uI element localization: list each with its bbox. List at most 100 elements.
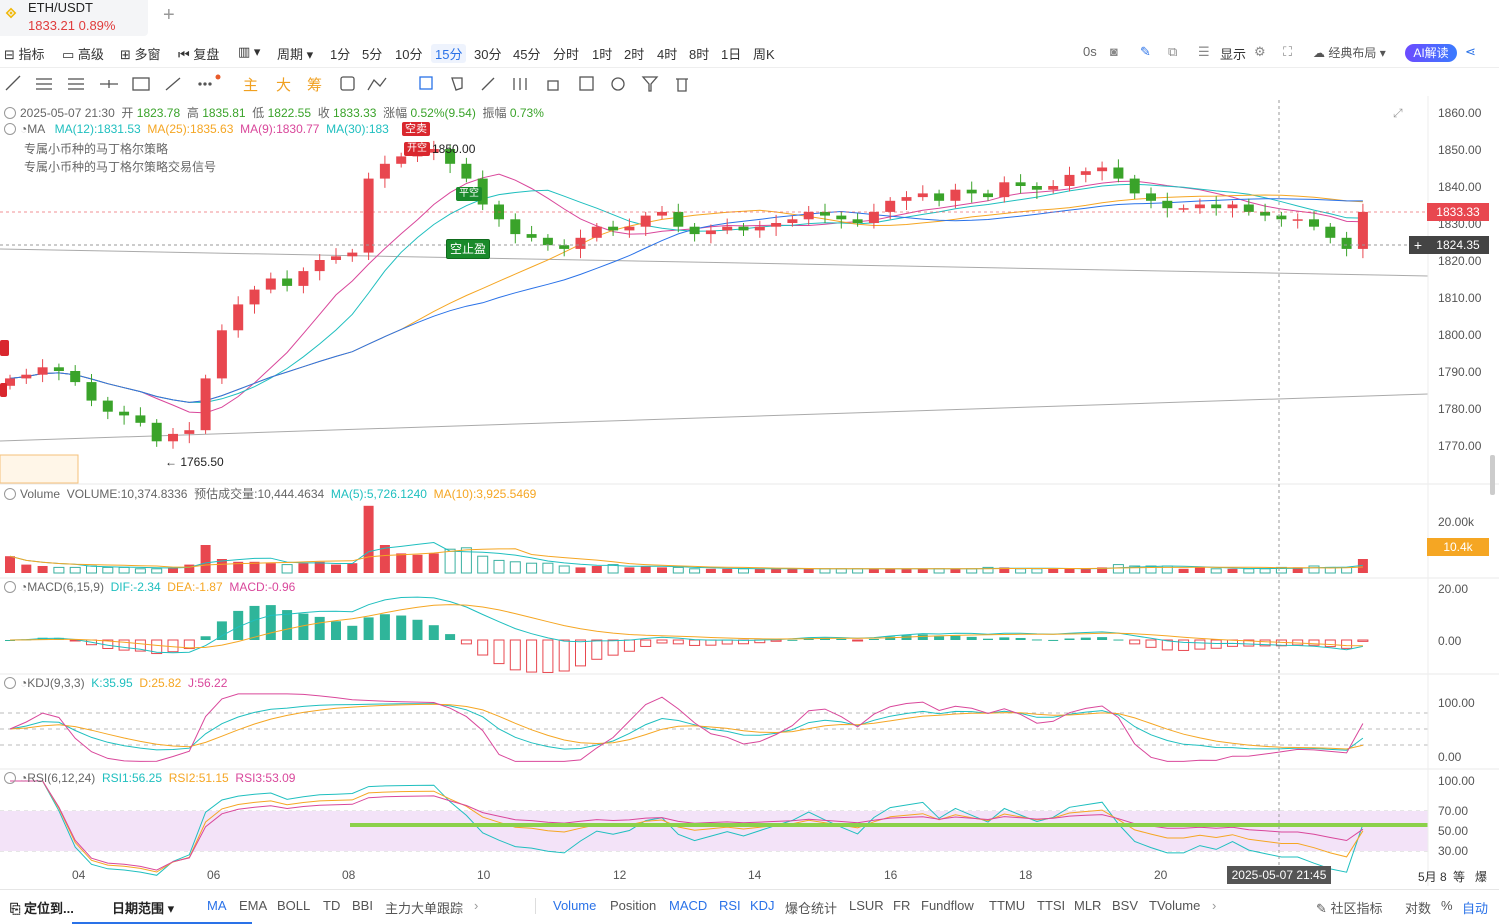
candle-body xyxy=(1309,219,1319,227)
date-range-dropdown[interactable]: 日期范围 ▾ xyxy=(112,898,174,917)
advanced-button[interactable]: ▭ 高级 xyxy=(62,44,104,63)
add-alert-icon[interactable]: + xyxy=(1409,236,1427,254)
chip-tool: 筹 xyxy=(307,77,322,94)
list-icon[interactable]: ☰ xyxy=(1198,44,1210,60)
macd-bar xyxy=(1308,639,1320,646)
add-tab-button[interactable]: + xyxy=(163,4,175,27)
sub-indicator-8[interactable]: Fundflow xyxy=(921,898,974,913)
locate-icon: ⎘ xyxy=(10,901,25,916)
period-6[interactable]: 分时 xyxy=(553,44,579,63)
collapse-icon[interactable] xyxy=(4,123,16,135)
chevron-right-icon[interactable]: › xyxy=(1212,898,1216,913)
sub-indicator-6[interactable]: LSUR xyxy=(849,898,884,913)
kdj-legend: ◔KDJ(9,3,3) K:35.95 D:25.82 J:56.22 xyxy=(4,676,227,690)
period-8[interactable]: 2时 xyxy=(624,44,644,63)
expand-pane-icon[interactable]: ⤢ xyxy=(1393,106,1403,121)
fullscreen-window-icon[interactable]: ⧉ xyxy=(1168,44,1177,60)
tab-price-change: 1833.21 0.89% xyxy=(28,18,116,33)
display-button[interactable]: 显示 xyxy=(1220,44,1246,63)
settings-icon[interactable]: ⚙ xyxy=(1254,44,1266,60)
grid-icon: ⊞ xyxy=(120,47,135,62)
macd-bar xyxy=(118,639,130,651)
sub-indicator-5[interactable]: 爆仓统计 xyxy=(785,898,837,917)
period-4[interactable]: 30分 xyxy=(474,44,501,63)
period-7[interactable]: 1时 xyxy=(592,44,612,63)
candle-body xyxy=(151,422,162,442)
macd-bar xyxy=(705,639,717,646)
collapse-icon[interactable] xyxy=(4,677,16,689)
period-9[interactable]: 4时 xyxy=(657,44,677,63)
period-3[interactable]: 15分 xyxy=(431,44,467,63)
log-scale-button[interactable]: 对数 xyxy=(1405,898,1431,917)
macd-bar xyxy=(836,638,847,640)
collapse-icon[interactable] xyxy=(4,488,16,500)
candle-body xyxy=(559,245,570,249)
sub-indicator-2[interactable]: MACD xyxy=(669,898,707,913)
collapse-icon[interactable] xyxy=(4,581,16,593)
sub-indicator-0[interactable]: Volume xyxy=(553,898,596,913)
expand-icon[interactable]: ⛶ xyxy=(1283,44,1292,60)
period-1[interactable]: 5分 xyxy=(362,44,382,63)
indicator-button[interactable]: ⊟ 指标 xyxy=(4,44,45,63)
collapse-icon[interactable] xyxy=(4,772,16,784)
sub-indicator-3[interactable]: RSI xyxy=(719,898,741,913)
collapse-icon[interactable] xyxy=(4,107,16,119)
period-5[interactable]: 45分 xyxy=(513,44,540,63)
sub-indicator-12[interactable]: BSV xyxy=(1112,898,1138,913)
replay-button[interactable]: ⏮ 复盘 xyxy=(178,44,219,63)
period-12[interactable]: 周K xyxy=(753,44,775,63)
sub-indicator-9[interactable]: TTMU xyxy=(989,898,1025,913)
period-2[interactable]: 10分 xyxy=(395,44,422,63)
candle-body xyxy=(738,226,749,231)
percent-scale-button[interactable]: % xyxy=(1441,898,1453,913)
chart-type-button[interactable]: ▥ ▾ xyxy=(238,44,260,60)
chevron-right-icon[interactable]: › xyxy=(474,898,478,913)
cursor-date-tag: 2025-05-07 21:45 xyxy=(1227,866,1331,884)
volume-bar xyxy=(738,568,749,574)
ai-interpret-button[interactable]: AI解读 xyxy=(1405,44,1457,62)
period-10[interactable]: 8时 xyxy=(689,44,709,63)
sub-indicator-13[interactable]: TVolume xyxy=(1149,898,1200,913)
main-indicator-4[interactable]: BBI xyxy=(352,898,373,913)
auto-scale-button[interactable]: 自动 xyxy=(1462,898,1488,917)
ma25-line xyxy=(9,194,1363,403)
sub-indicator-4[interactable]: KDJ xyxy=(750,898,775,913)
volume-bar xyxy=(1112,564,1124,574)
volume-bar xyxy=(868,568,879,573)
sub-indicator-11[interactable]: MLR xyxy=(1074,898,1101,913)
multi-window-button[interactable]: ⊞ 多窗 xyxy=(120,44,161,63)
volume-bar xyxy=(1243,568,1255,574)
main-indicator-0[interactable]: MA xyxy=(207,898,227,913)
macd-bar xyxy=(542,639,554,673)
macd-bar xyxy=(983,638,993,640)
volume-bar xyxy=(591,566,602,573)
sub-indicator-10[interactable]: TTSI xyxy=(1037,898,1065,913)
share-icon[interactable]: ⋖ xyxy=(1465,44,1476,60)
camera-icon[interactable]: ◙ xyxy=(1110,44,1118,59)
sub-indicator-7[interactable]: FR xyxy=(893,898,910,913)
period-11[interactable]: 1日 xyxy=(721,44,741,63)
volume-bar xyxy=(787,568,798,573)
volume-bar xyxy=(835,568,847,574)
community-indicator-button[interactable]: ✎ 社区指标 xyxy=(1316,898,1383,917)
main-indicator-2[interactable]: BOLL xyxy=(277,898,310,913)
candle-body xyxy=(233,304,244,331)
candle-body xyxy=(999,182,1010,198)
candle-body xyxy=(901,197,912,201)
scrollbar-handle[interactable] xyxy=(1490,455,1495,495)
volume-legend: Volume VOLUME:10,374.8336 预估成交量:10,444.4… xyxy=(4,485,536,502)
main-indicator-1[interactable]: EMA xyxy=(239,898,267,913)
macd-bar xyxy=(526,639,538,673)
main-indicator-3[interactable]: TD xyxy=(323,898,340,913)
period-0[interactable]: 1分 xyxy=(330,44,350,63)
symbol-tab[interactable]: ETH/USDT 1833.21 0.89% xyxy=(0,0,148,36)
layout-dropdown[interactable]: ☁ 经典布局 ▾ xyxy=(1313,44,1386,61)
indicator-icon: ⊟ xyxy=(4,47,19,62)
volume-bar xyxy=(1308,565,1320,574)
pencil-icon[interactable]: ✎ xyxy=(1140,44,1151,60)
locate-button[interactable]: ⎘ 定位到... xyxy=(10,898,74,917)
volume-tag: 10.4k xyxy=(1427,538,1489,556)
sub-indicator-1[interactable]: Position xyxy=(610,898,656,913)
main-indicator-5[interactable]: 主力大单跟踪 xyxy=(385,898,463,917)
period-dropdown[interactable]: 周期 ▾ xyxy=(277,44,313,63)
